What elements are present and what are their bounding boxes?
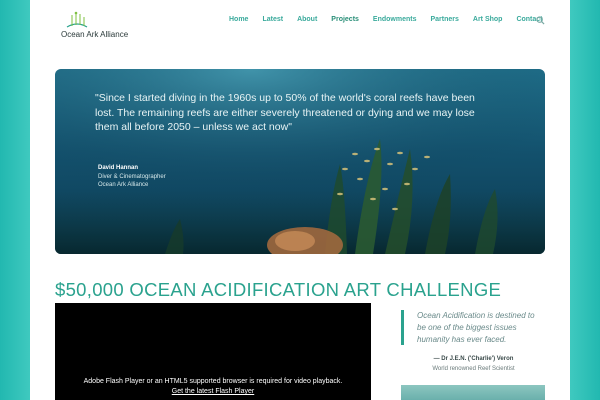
video-message: Adobe Flash Player or an HTML5 supported… (55, 377, 371, 397)
hero-quote: "Since I started diving in the 1960s up … (95, 92, 475, 133)
challenge-title: $50,000 OCEAN ACIDIFICATION ART CHALLENG… (55, 279, 502, 300)
side-image (401, 385, 545, 400)
pull-author-role: World renowned Reef Scientist (432, 366, 515, 372)
flash-player-link[interactable]: Get the latest Flash Player (55, 387, 371, 397)
logo[interactable]: Ocean Ark Alliance (61, 11, 141, 43)
nav-item-about[interactable]: About (290, 16, 324, 23)
pull-quote-author: — Dr J.E.N. ('Charlie') Veron World reno… (401, 354, 546, 374)
pull-author-name: — Dr J.E.N. ('Charlie') Veron (433, 356, 514, 362)
nav-item-endowments[interactable]: Endowments (366, 16, 424, 23)
page: Ocean Ark Alliance Home Latest About Projec… (30, 0, 570, 400)
video-player[interactable]: Adobe Flash Player or an HTML5 supported… (55, 303, 371, 400)
author-name: David Hannan (98, 165, 139, 171)
video-message-text: Adobe Flash Player or an HTML5 supported… (83, 378, 343, 385)
ark-logo-icon (66, 11, 88, 28)
pull-quote-text: Ocean Acidification is destined to be on… (417, 311, 535, 344)
hero-author: David Hannan Diver & Cinematographer Oce… (98, 164, 166, 190)
nav-item-latest[interactable]: Latest (255, 16, 290, 23)
search-icon[interactable] (536, 16, 545, 25)
nav-item-home[interactable]: Home (222, 16, 255, 23)
author-org: Ocean Ark Alliance (98, 182, 149, 188)
logo-text: Ocean Ark Alliance (61, 30, 129, 39)
nav-item-partners[interactable]: Partners (423, 16, 465, 23)
main-nav: Home Latest About Projects Endowments Partner… (222, 16, 550, 23)
nav-item-projects[interactable]: Projects (324, 16, 366, 23)
hero-banner: "Since I started diving in the 1960s up … (55, 69, 545, 254)
author-role: Diver & Cinematographer (98, 173, 166, 180)
nav-item-art-shop[interactable]: Art Shop (466, 16, 510, 23)
pull-quote: Ocean Acidification is destined to be on… (401, 310, 549, 345)
